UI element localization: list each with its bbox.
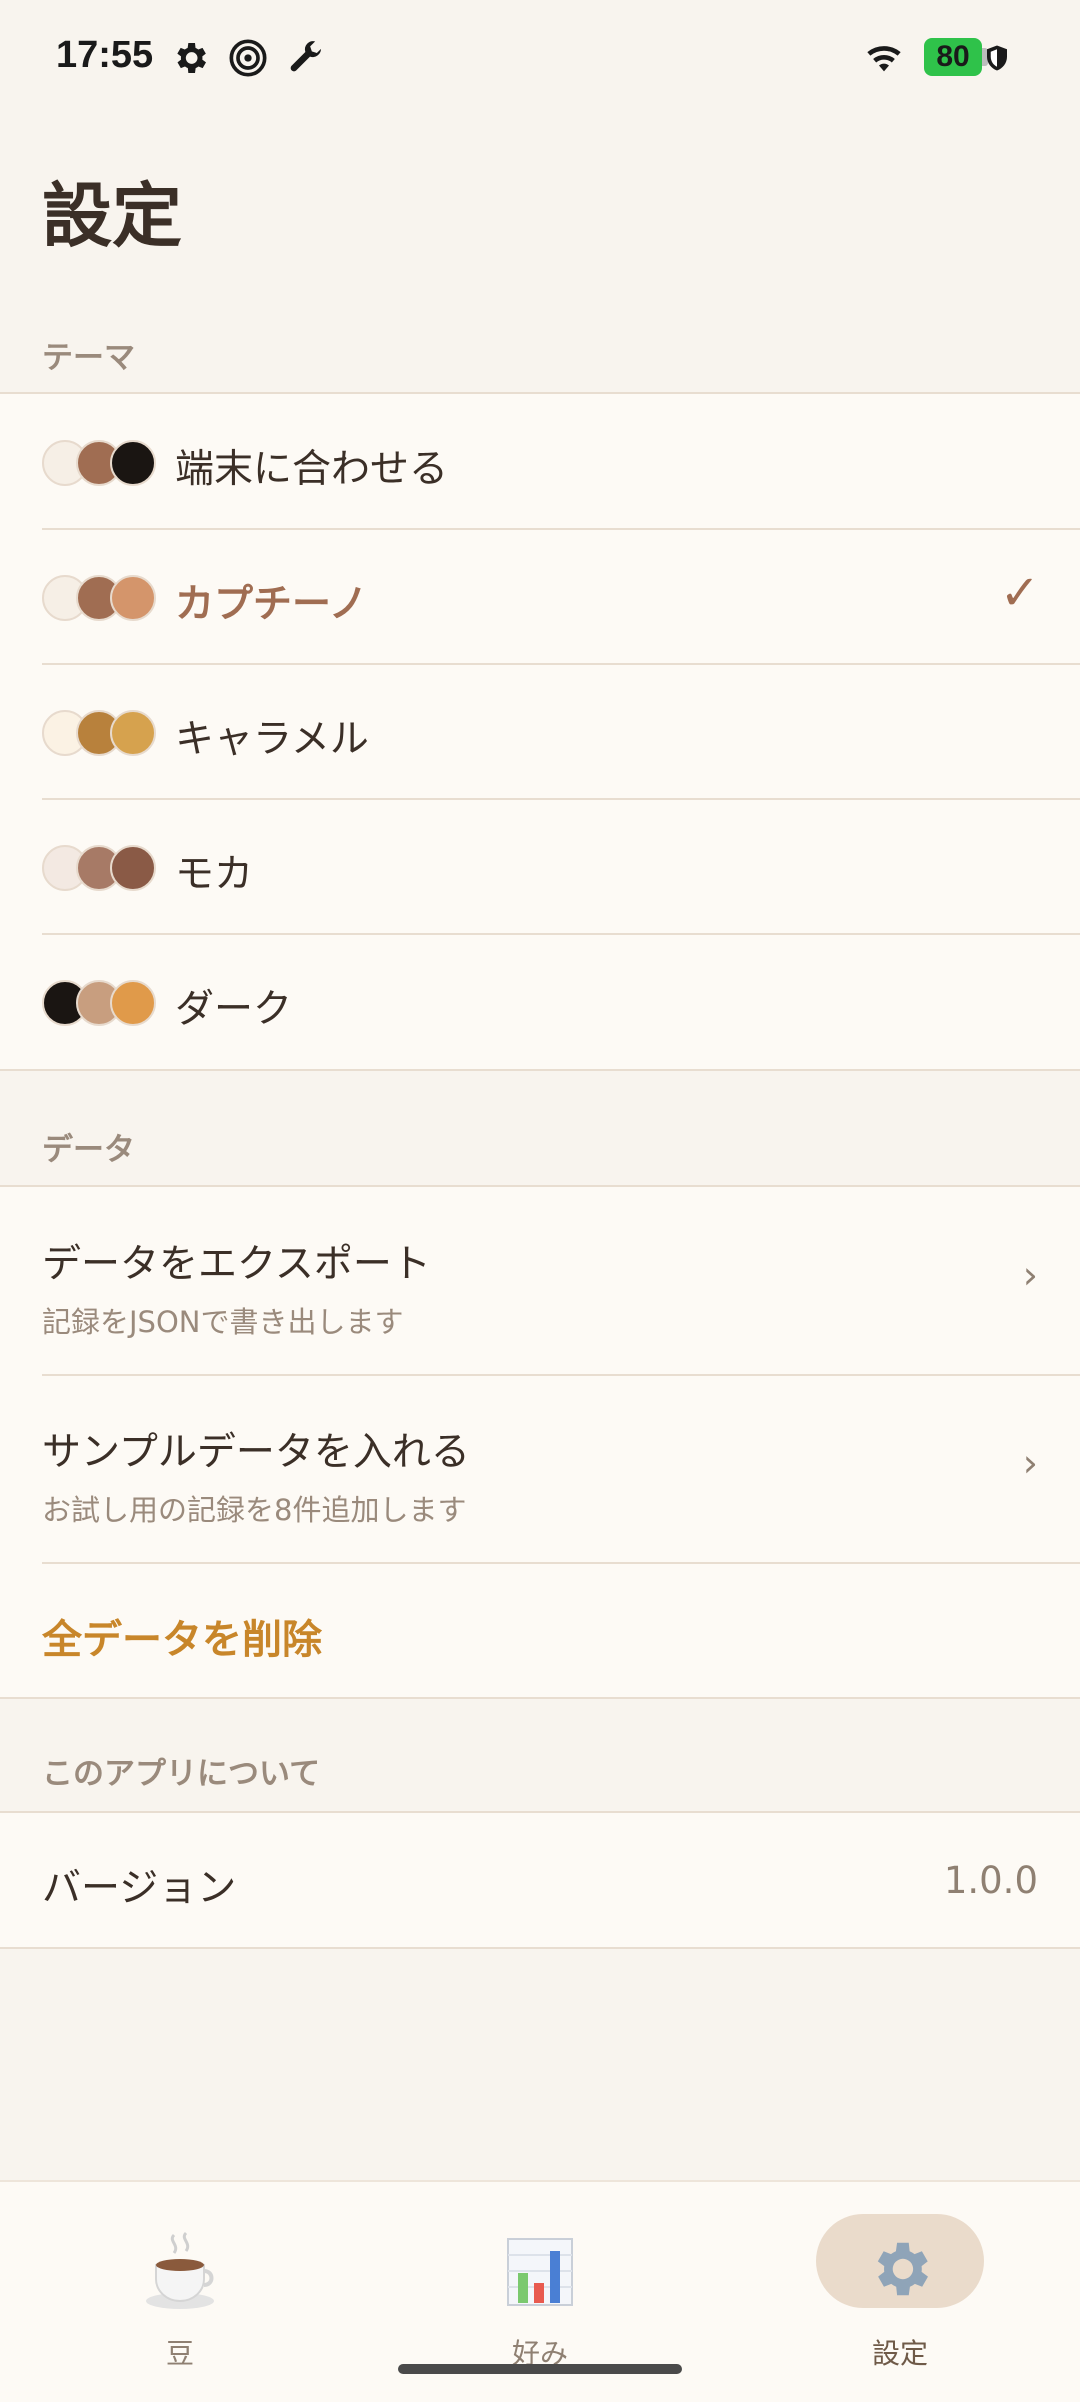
sample-data-row[interactable]: サンプルデータを入れる お試し用の記録を8件追加します › (0, 1374, 1080, 1563)
theme-label: キャラメル (175, 717, 369, 762)
home-indicator (398, 2364, 682, 2374)
theme-option-mocha[interactable]: モカ (0, 798, 1080, 934)
selected-check-icon: ✓ (999, 565, 1040, 621)
about-list: バージョン 1.0.0 (0, 1811, 1080, 1949)
gear-icon (877, 2242, 928, 2296)
theme-option-dark[interactable]: ダーク (0, 933, 1080, 1069)
export-data-subtitle: 記録をJSONで書き出します (42, 1305, 404, 1339)
theme-label: モカ (175, 852, 254, 897)
export-data-title: データをエクスポート (42, 1242, 431, 1287)
swatch (110, 845, 156, 891)
chevron-right-icon: › (1022, 1253, 1038, 1297)
status-bar: 17:55 80 (0, 0, 1080, 118)
nav-label: 豆 (165, 2337, 194, 2370)
chevron-right-icon: › (1022, 1441, 1038, 1485)
nav-item-beans[interactable]: 豆 (0, 2182, 360, 2402)
shield-icon (987, 45, 1007, 71)
theme-swatches (42, 710, 162, 756)
theme-option-system[interactable]: 端末に合わせる (0, 394, 1080, 529)
bar-chart-icon (507, 2238, 573, 2306)
coffee-cup-icon (146, 2231, 214, 2309)
sample-data-title: サンプルデータを入れる (42, 1430, 470, 1475)
theme-option-cappuccino[interactable]: カプチーノ ✓ (0, 528, 1080, 664)
swatch (110, 710, 156, 756)
version-row: バージョン 1.0.0 (0, 1813, 1080, 1947)
delete-all-data-label: 全データを削除 (42, 1617, 322, 1663)
theme-section-header: テーマ (42, 340, 135, 376)
theme-swatches (42, 845, 162, 891)
theme-list: 端末に合わせる カプチーノ ✓ キャラメル モカ ダーク (0, 392, 1080, 1071)
delete-all-data-row[interactable]: 全データを削除 (0, 1562, 1080, 1697)
theme-swatches (42, 575, 162, 621)
wrench-icon (290, 41, 321, 72)
swatch (110, 575, 156, 621)
theme-option-caramel[interactable]: キャラメル (0, 663, 1080, 799)
version-label: バージョン (42, 1866, 237, 1911)
data-section-header: データ (42, 1132, 135, 1168)
about-section-header: このアプリについて (42, 1756, 321, 1792)
settings-gear-icon (177, 43, 206, 73)
version-value: 1.0.0 (943, 1859, 1038, 1902)
nav-label: 設定 (871, 2337, 928, 2370)
wifi-icon (867, 46, 901, 72)
swatch (110, 980, 156, 1026)
page-title: 設定 (42, 175, 182, 257)
sample-data-subtitle: お試し用の記録を8件追加します (42, 1493, 467, 1527)
battery-level: 80 (924, 38, 988, 76)
swatch (110, 440, 156, 486)
theme-swatches (42, 440, 162, 486)
theme-label: カプチーノ (175, 582, 368, 627)
status-time: 17:55 (56, 34, 154, 76)
theme-label: 端末に合わせる (175, 447, 449, 492)
data-list: データをエクスポート 記録をJSONで書き出します › サンプルデータを入れる … (0, 1185, 1080, 1699)
spiral-icon (229, 39, 267, 77)
theme-swatches (42, 980, 162, 1026)
nav-item-settings[interactable]: 設定 (720, 2182, 1080, 2402)
export-data-row[interactable]: データをエクスポート 記録をJSONで書き出します › (0, 1187, 1080, 1375)
theme-label: ダーク (175, 987, 293, 1032)
